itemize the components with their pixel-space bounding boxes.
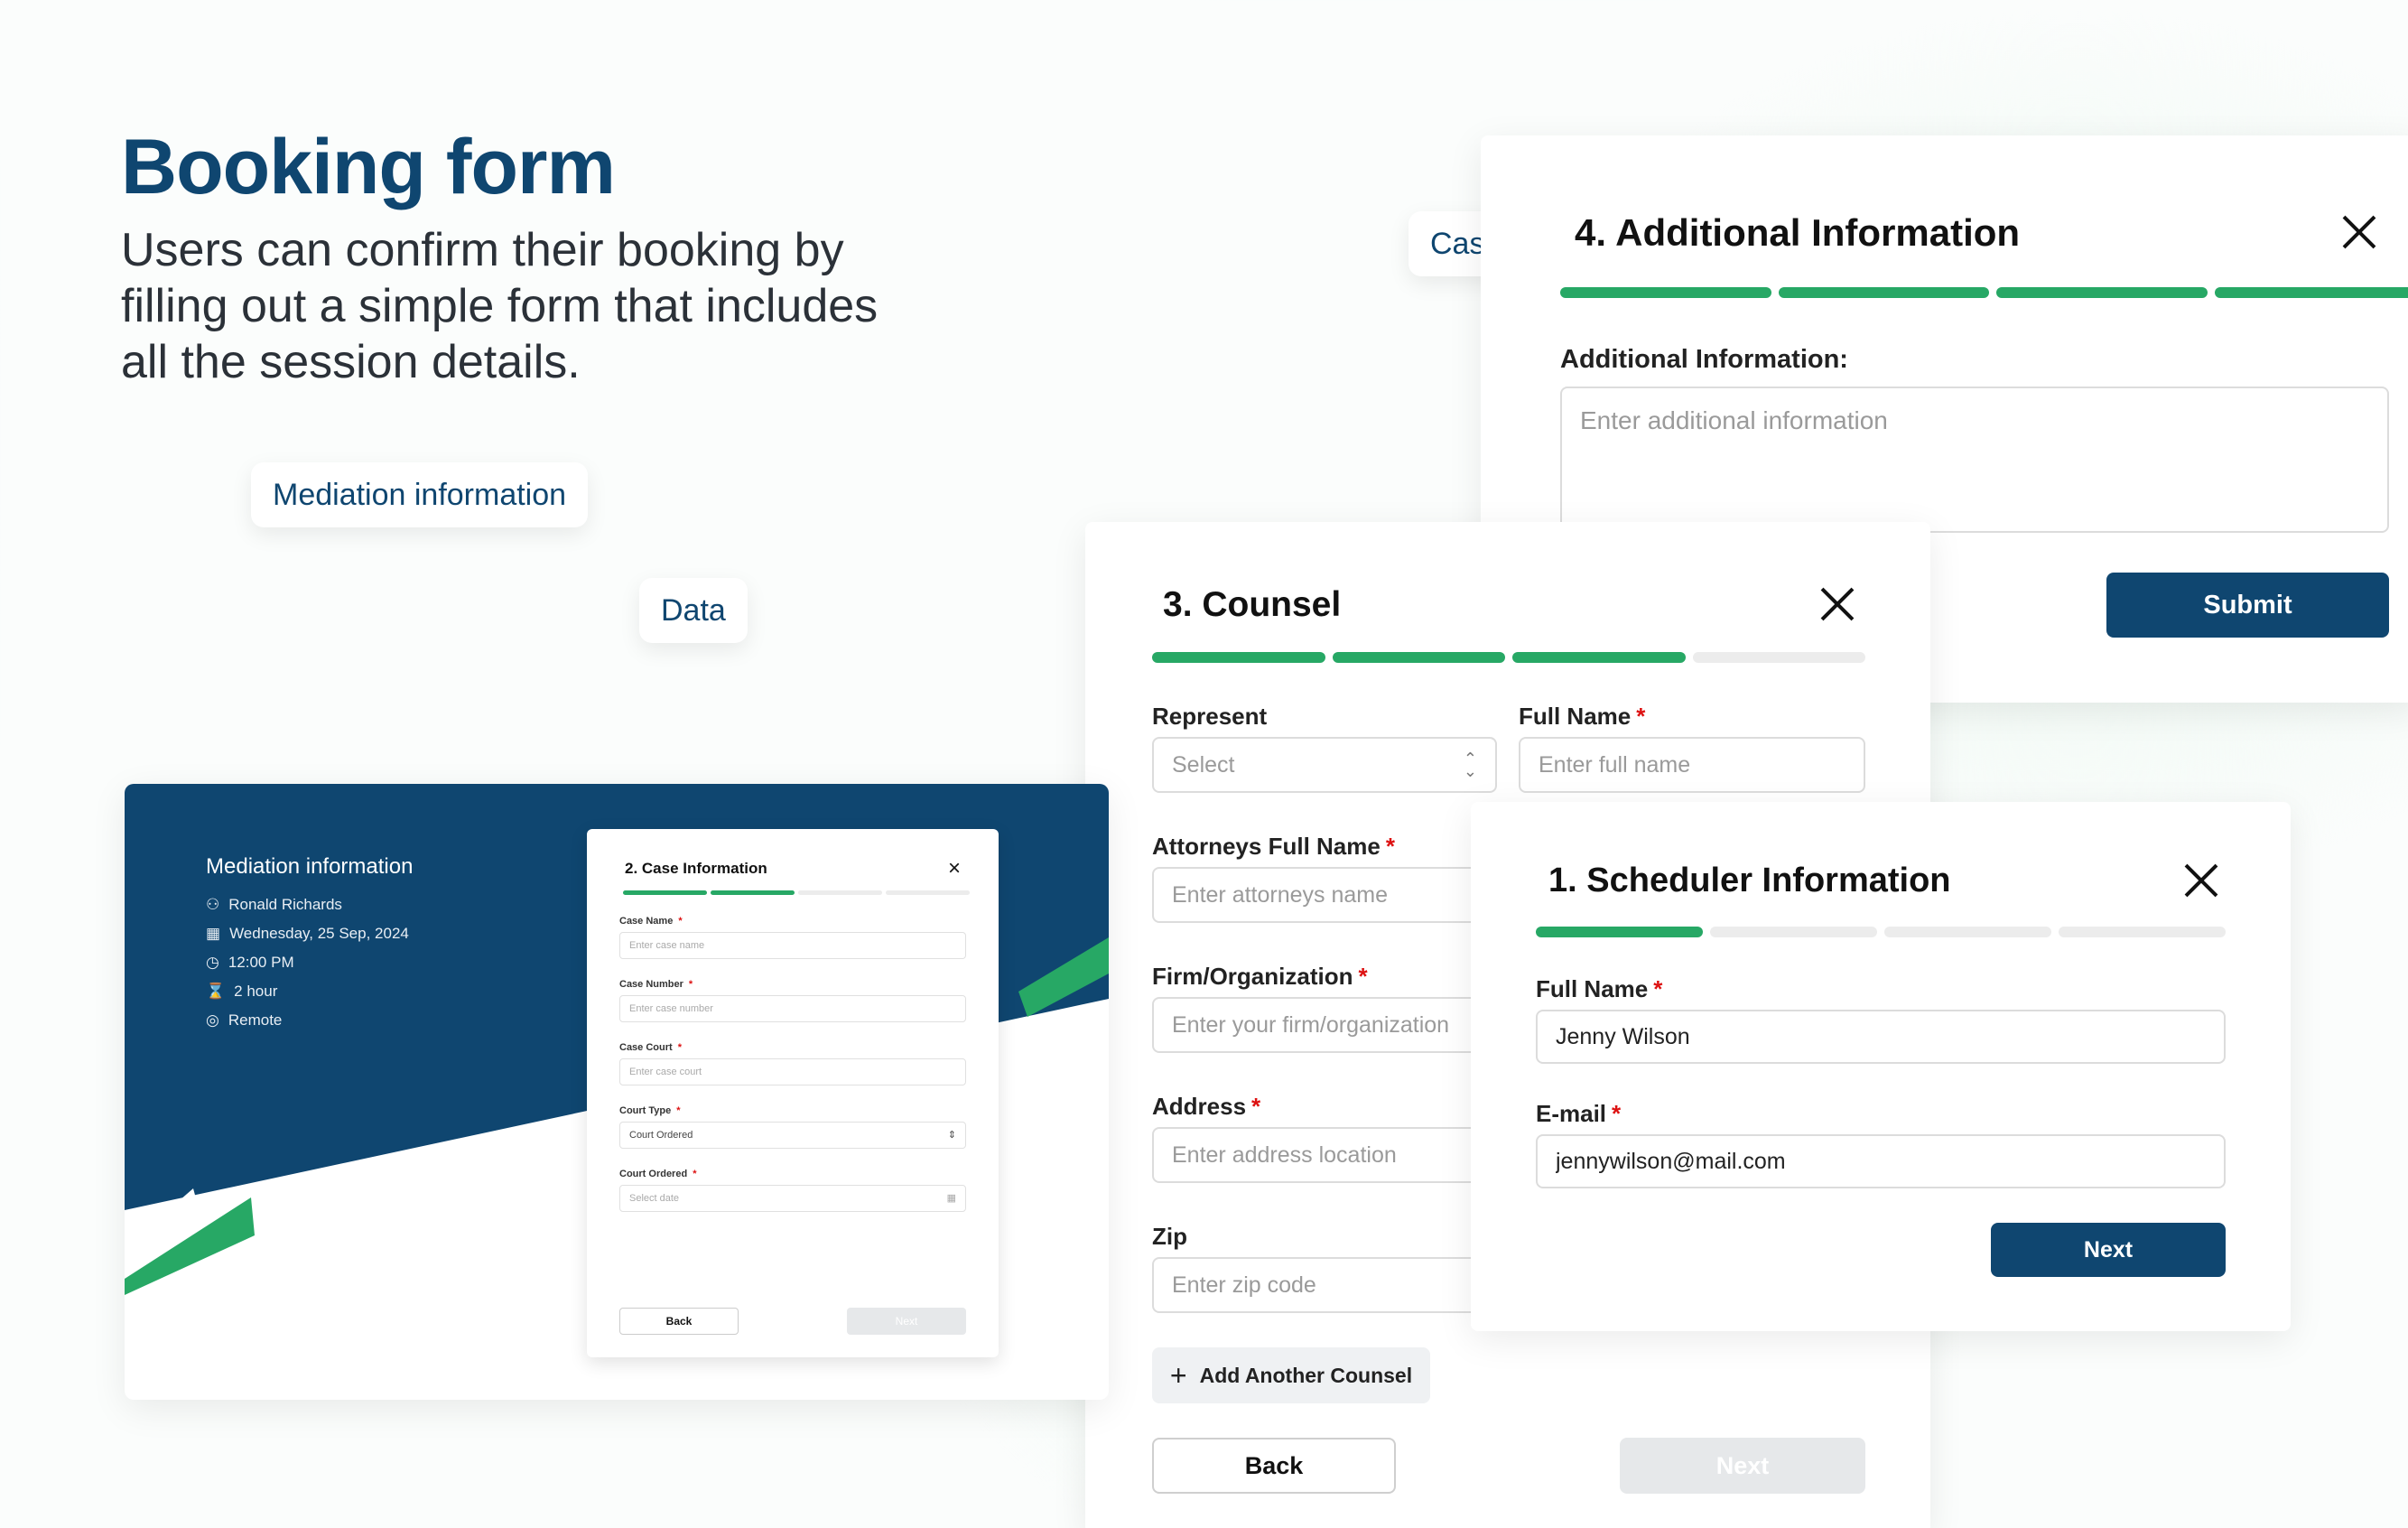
court-ordered-date[interactable]: Select date ▦ (619, 1185, 966, 1212)
card-title: 1. Scheduler Information (1548, 862, 1951, 899)
card-title: 2. Case Information (625, 860, 767, 877)
additional-info-label: Additional Information: (1560, 345, 1848, 374)
progress-segment (711, 890, 795, 895)
submit-button[interactable]: Submit (2106, 573, 2389, 638)
user-icon: ⚇ (206, 896, 220, 913)
progress-segment (1152, 652, 1325, 663)
detail-row: ⌛ 2 hour (206, 983, 278, 1000)
progress-segment (1778, 287, 1989, 298)
location-icon: ◎ (206, 1011, 219, 1029)
progress-bar (1536, 927, 2226, 937)
detail-row: ▦ Wednesday, 25 Sep, 2024 (206, 925, 409, 942)
next-button[interactable]: Next (847, 1308, 966, 1335)
zip-label: Zip (1152, 1223, 1187, 1250)
mediation-mockup: Mediation information ⚇ Ronald Richards ▦… (125, 784, 1109, 1400)
progress-bar (1152, 652, 1865, 663)
court-ordered-label: Court Ordered * (619, 1169, 697, 1179)
progress-bar (1560, 287, 2408, 298)
add-counsel-button[interactable]: + Add Another Counsel (1152, 1347, 1430, 1403)
progress-segment (2214, 287, 2408, 298)
card-title: 3. Counsel (1163, 585, 1342, 624)
calendar-icon: ▦ (206, 925, 221, 942)
fullname-label: Full Name * (1519, 703, 1646, 730)
case-name-input[interactable]: Enter case name (619, 932, 966, 959)
progress-segment (886, 890, 970, 895)
detail-row: ◎ Remote (206, 1011, 283, 1029)
detail-row: ◷ 12:00 PM (206, 954, 294, 971)
page-title: Booking form (121, 124, 616, 210)
progress-segment (1512, 652, 1686, 663)
email-input[interactable] (1536, 1134, 2226, 1188)
case-number-label: Case Number * (619, 979, 693, 990)
represent-select[interactable]: Select ⌃ ⌄ (1152, 737, 1497, 793)
mock-title: Mediation information (206, 854, 414, 879)
mock-details: ⚇ Ronald Richards ▦ Wednesday, 25 Sep, 202… (206, 896, 409, 1030)
clock-icon: ◷ (206, 954, 219, 971)
attorney-label: Attorneys Full Name * (1152, 833, 1395, 860)
progress-segment (623, 890, 707, 895)
chevron-updown-icon: ⇕ (947, 1130, 956, 1141)
fullname-input[interactable] (1536, 1010, 2226, 1064)
progress-segment (1560, 287, 1771, 298)
progress-bar (623, 890, 970, 895)
next-button[interactable]: Next (1620, 1438, 1865, 1494)
represent-label: Represent (1152, 703, 1268, 730)
next-button[interactable]: Next (1991, 1223, 2226, 1277)
chevron-updown-icon: ⌃ ⌄ (1463, 750, 1477, 780)
court-type-select[interactable]: Court Ordered ⇕ (619, 1122, 966, 1149)
detail-row: ⚇ Ronald Richards (206, 896, 342, 913)
additional-info-input[interactable] (1560, 387, 2389, 533)
close-icon[interactable] (2340, 213, 2378, 251)
progress-segment (2059, 927, 2226, 937)
case-court-input[interactable]: Enter case court (619, 1058, 966, 1085)
case-number-input[interactable]: Enter case number (619, 995, 966, 1022)
pill-mediation: Mediation information (251, 462, 589, 527)
case-name-label: Case Name * (619, 916, 683, 927)
back-button[interactable]: Back (619, 1308, 739, 1335)
address-label: Address * (1152, 1093, 1261, 1120)
pill-data: Data (639, 578, 748, 643)
progress-segment (1332, 652, 1505, 663)
progress-segment (1692, 652, 1865, 663)
close-icon[interactable] (1818, 585, 1856, 623)
progress-segment (798, 890, 882, 895)
progress-segment (1884, 927, 2051, 937)
progress-segment (1710, 927, 1877, 937)
court-type-label: Court Type * (619, 1105, 681, 1116)
fullname-label: Full Name * (1536, 975, 1663, 1002)
email-label: E-mail * (1536, 1100, 1622, 1127)
close-icon[interactable]: × (948, 856, 961, 881)
calendar-icon: ▦ (946, 1193, 956, 1204)
case-info-card: 2. Case Information × Case Name * Enter c… (587, 829, 999, 1357)
page-subtitle: Users can confirm their booking by filli… (121, 224, 879, 388)
scheduler-card: 1. Scheduler Information Full Name* E-ma… (1471, 802, 2291, 1331)
progress-segment (1536, 927, 1703, 937)
back-button[interactable]: Back (1152, 1438, 1396, 1494)
firm-label: Firm/Organization * (1152, 963, 1368, 990)
close-icon[interactable] (2182, 862, 2220, 899)
card-title: 4. Additional Information (1575, 211, 2021, 254)
hourglass-icon: ⌛ (206, 983, 226, 1000)
case-court-label: Case Court * (619, 1042, 682, 1053)
represent-value: Select (1172, 751, 1235, 778)
progress-segment (1996, 287, 2208, 298)
fullname-input[interactable] (1519, 737, 1865, 793)
plus-icon: + (1169, 1358, 1187, 1392)
